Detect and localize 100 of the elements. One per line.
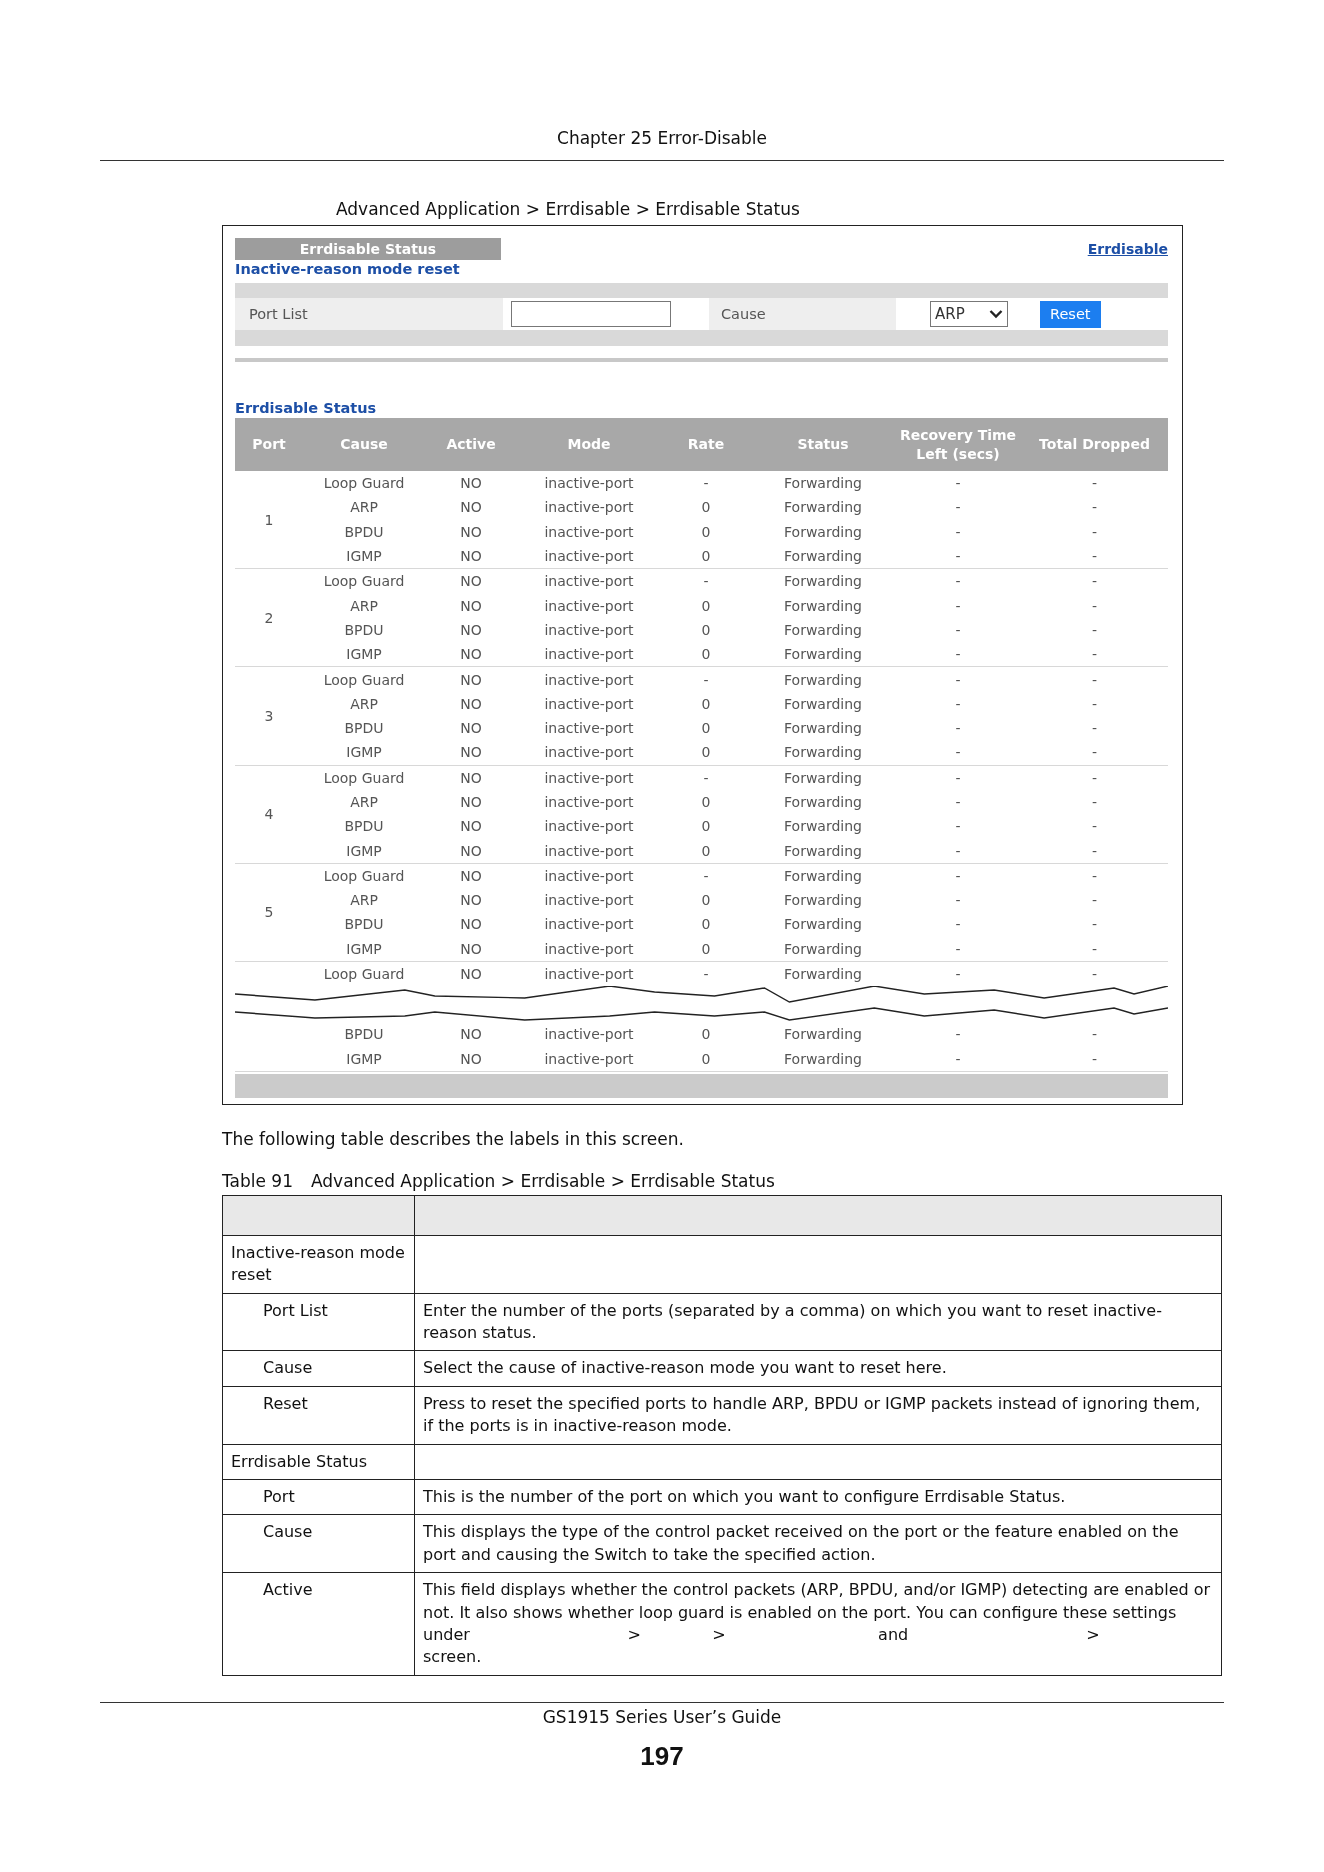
table-cell: - xyxy=(895,740,1021,766)
table-cell: inactive-port xyxy=(517,666,661,692)
cause-label: Cause xyxy=(709,298,896,330)
guide-title: GS1915 Series User’s Guide xyxy=(541,1706,783,1727)
column-header: Rate xyxy=(661,418,751,471)
table-cell: - xyxy=(1021,666,1168,692)
table-cell-text: BPDU xyxy=(343,522,385,542)
table-cell-text: - xyxy=(954,915,962,935)
table-cell: inactive-port xyxy=(517,936,661,962)
table-cell: NO xyxy=(425,543,517,569)
table-cell-text: BPDU xyxy=(343,620,385,640)
column-header: Recovery Time Left (secs) xyxy=(895,418,1021,471)
table-cell-text: NO xyxy=(459,522,483,542)
table-cell-text: - xyxy=(954,522,962,542)
table-cell-text: Forwarding xyxy=(783,793,863,812)
port-cell: 2 xyxy=(235,568,303,667)
table-cell: - xyxy=(895,838,1021,864)
table-cell: IGMP xyxy=(303,936,425,962)
table-cell-text: inactive-port xyxy=(543,817,635,837)
table-cell-text: BPDU xyxy=(343,1025,385,1045)
table-cell-text: BPDU xyxy=(343,817,385,837)
table-cell-text: 0 xyxy=(700,891,712,911)
table-cell: 0 xyxy=(661,1046,751,1072)
description-cell: This is the number of the port on which you want to configure Errdisable Status. xyxy=(423,1486,1066,1506)
table-cell: - xyxy=(1021,863,1168,889)
table-cell-text: NO xyxy=(459,891,483,911)
table-cell-text: - xyxy=(954,694,962,714)
table-cell-text: BPDU xyxy=(343,915,385,935)
table-cell: - xyxy=(1021,961,1168,987)
table-cell-text: - xyxy=(1090,891,1099,911)
table-cell-text: NO xyxy=(459,498,483,518)
table-cell: Loop Guard xyxy=(303,961,425,987)
table-cell-text: ARP xyxy=(349,891,379,911)
table-number: Table 91 xyxy=(222,1170,293,1191)
table-cell: - xyxy=(1021,740,1168,766)
table-cell-text: 0 xyxy=(700,793,712,812)
label-cell: Errdisable Status xyxy=(231,1451,367,1471)
table-cell: 0 xyxy=(661,642,751,667)
table-cell-text: NO xyxy=(459,1025,483,1045)
table-cell: inactive-port xyxy=(517,740,661,766)
label-cell: Port xyxy=(263,1486,295,1506)
chevron-down-icon xyxy=(989,309,1003,319)
column-header: Status xyxy=(751,418,895,471)
table-cell: - xyxy=(895,765,1021,790)
table-cell: - xyxy=(895,471,1021,496)
table-cell-text: - xyxy=(1090,719,1099,739)
table-cell: - xyxy=(895,666,1021,692)
table-cell-text: NO xyxy=(459,817,483,837)
table-cell: inactive-port xyxy=(517,471,661,496)
description-cell-text: This field displays whether the control packets (ARP, BPDU, and/or IGMP) detecting are enabled or not. It also shows whether loop guard is enabled on the port. You can configure these settings under > > and > screen. xyxy=(423,1580,1212,1667)
table-cell-text: inactive-port xyxy=(543,915,635,935)
table-cell: Forwarding xyxy=(751,961,895,987)
reset-button[interactable]: Reset xyxy=(1040,300,1101,328)
table-cell-text: 0 xyxy=(700,1025,712,1045)
table-cell: - xyxy=(1021,471,1168,496)
table-cell: - xyxy=(895,936,1021,962)
table-cell-text: NO xyxy=(459,620,483,640)
column-header: Port xyxy=(235,418,303,471)
table-cell-text: inactive-port xyxy=(543,793,635,812)
label-cell: Inactive-reason mode reset xyxy=(231,1242,405,1285)
table-cell: inactive-port xyxy=(517,543,661,569)
cause-dropdown[interactable]: ARP xyxy=(930,301,1008,327)
table-cell: Forwarding xyxy=(751,642,895,667)
table-cell: - xyxy=(1021,838,1168,864)
table-cell-text: NO xyxy=(459,793,483,812)
table-cell: Forwarding xyxy=(751,666,895,692)
table-cell: - xyxy=(1021,765,1168,790)
table-cell: Loop Guard xyxy=(303,765,425,790)
table-cell: Forwarding xyxy=(751,543,895,569)
table-cell-text: - xyxy=(1090,498,1099,518)
table-cell-text: - xyxy=(1090,817,1099,837)
table-cell-text: NO xyxy=(459,915,483,935)
table-cell: Forwarding xyxy=(751,568,895,594)
table-cell-text: Forwarding xyxy=(783,522,863,542)
table-cell: - xyxy=(661,568,751,594)
table-cell-text: - xyxy=(1090,915,1099,935)
label-cell: Cause xyxy=(263,1522,313,1542)
errdisable-link[interactable]: Errdisable xyxy=(1087,241,1168,257)
table-cell: Forwarding xyxy=(751,936,895,962)
table-cell-text: NO xyxy=(459,719,483,739)
table-cell-text: 0 xyxy=(700,498,712,518)
port-list-field[interactable] xyxy=(511,301,671,327)
table-cell: - xyxy=(1021,543,1168,569)
table-cell: inactive-port xyxy=(517,1046,661,1072)
table-cell-text: inactive-port xyxy=(543,522,635,542)
table-cell: IGMP xyxy=(303,1046,425,1072)
table-cell-text: 0 xyxy=(700,620,712,640)
column-header: Active xyxy=(425,418,517,471)
table-cell: NO xyxy=(425,936,517,962)
table-cell: NO xyxy=(425,642,517,667)
description-cell-text: This displays the type of the control packet received on the port or the feature enabled on the port and causing the Switch to take the specified action. xyxy=(423,1522,1180,1564)
description-cell-text: Press to reset the specified ports to handle ARP, BPDU or IGMP packets instead of ignoring them, if the ports is in inactive-reason mode. xyxy=(423,1393,1202,1436)
table-cell-text: - xyxy=(954,620,962,640)
table-cell: - xyxy=(661,863,751,889)
table-cell-text: - xyxy=(954,596,962,616)
description-cell: Select the cause of inactive-reason mode you want to reset here. xyxy=(423,1358,947,1378)
table-cell: IGMP xyxy=(303,838,425,864)
table-cell: 0 xyxy=(661,740,751,766)
table-cell-text: Forwarding xyxy=(783,915,863,935)
table-cell: - xyxy=(1021,568,1168,594)
